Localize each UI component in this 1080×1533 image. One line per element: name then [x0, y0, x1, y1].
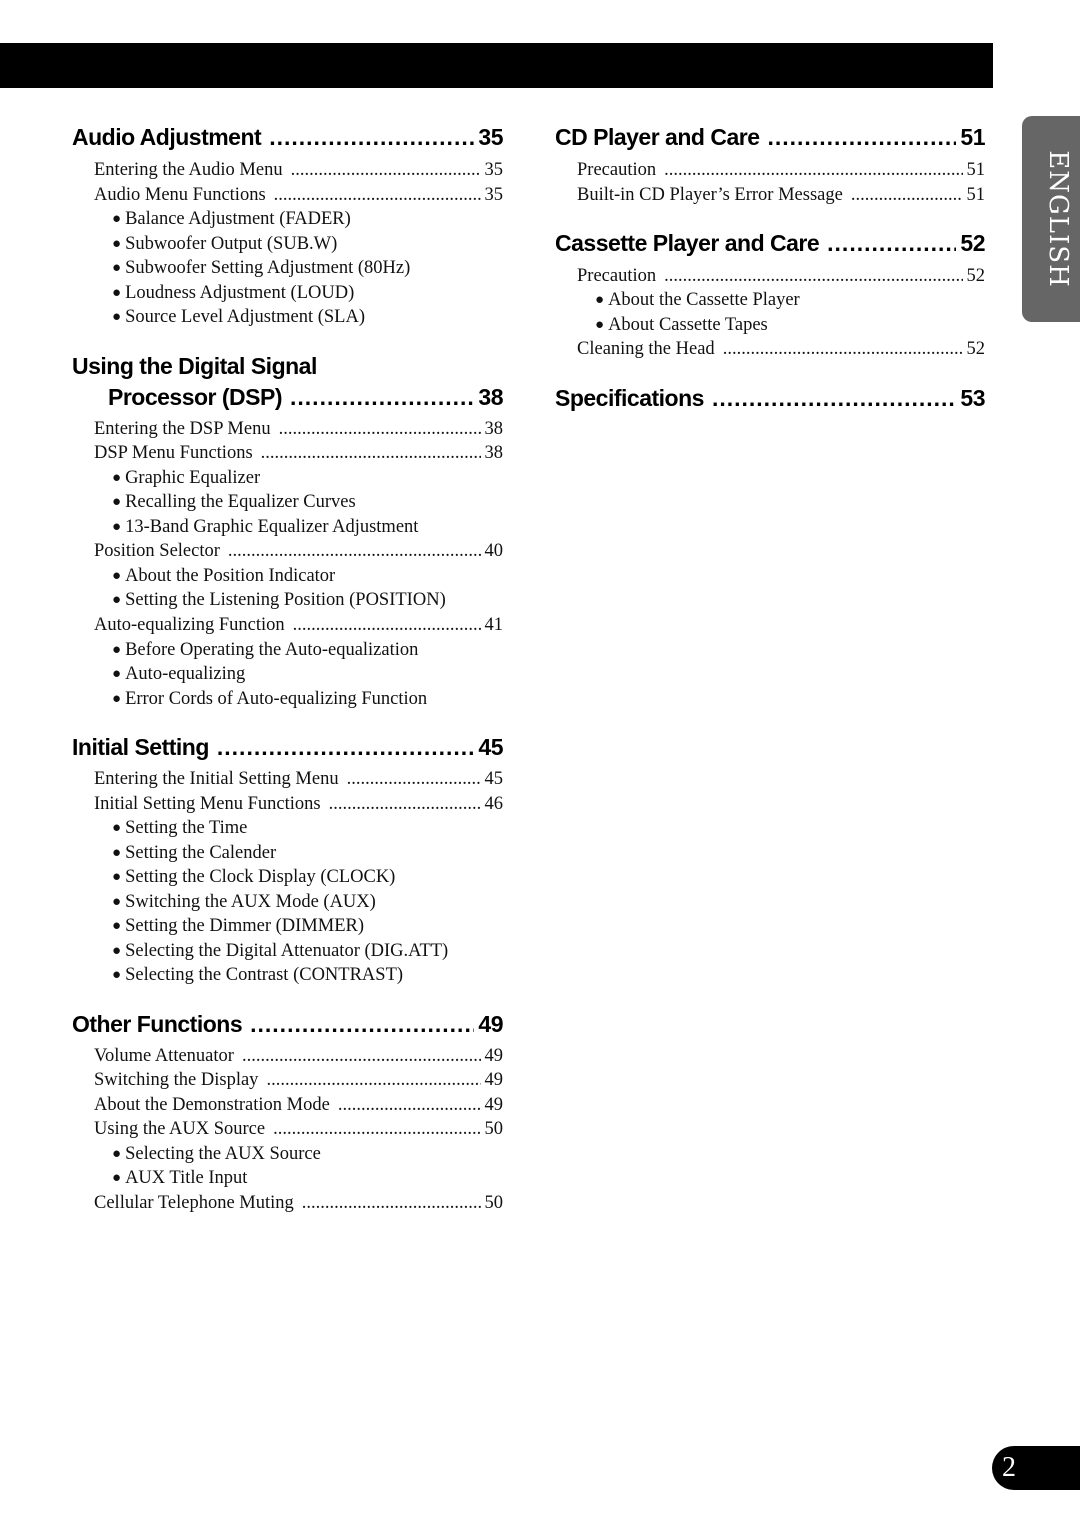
- toc-bullet[interactable]: Subwoofer Output (SUB.W): [72, 234, 503, 255]
- toc-bullet[interactable]: About Cassette Tapes: [555, 315, 985, 336]
- toc-bullet[interactable]: Setting the Listening Position (POSITION…: [72, 590, 503, 611]
- toc-heading-specifications[interactable]: Specifications53: [555, 385, 985, 412]
- toc-entry[interactable]: Entering the DSP Menu38: [72, 419, 503, 440]
- toc-bullet[interactable]: Setting the Time: [72, 818, 503, 839]
- toc-bullet[interactable]: About the Cassette Player: [555, 290, 985, 311]
- leader-dots: [767, 124, 956, 151]
- toc-heading-other[interactable]: Other Functions49: [72, 1011, 503, 1038]
- page-ref: 52: [960, 230, 985, 256]
- toc-bullet[interactable]: Subwoofer Setting Adjustment (80Hz): [72, 258, 503, 279]
- leader-dots: [290, 384, 474, 411]
- page-number: 2: [1002, 1452, 1016, 1483]
- toc-bullet[interactable]: About the Position Indicator: [72, 566, 503, 587]
- toc-entry[interactable]: Switching the Display49: [72, 1070, 503, 1091]
- toc-bullet[interactable]: Switching the AUX Mode (AUX): [72, 892, 503, 913]
- toc-bullet[interactable]: Source Level Adjustment (SLA): [72, 307, 503, 328]
- toc-heading-cassette[interactable]: Cassette Player and Care52: [555, 230, 985, 257]
- toc-bullet[interactable]: Balance Adjustment (FADER): [72, 209, 503, 230]
- toc-bullet[interactable]: Selecting the Digital Attenuator (DIG.AT…: [72, 941, 503, 962]
- toc-entry[interactable]: Cellular Telephone Muting50: [72, 1193, 503, 1214]
- toc-bullet[interactable]: Recalling the Equalizer Curves: [72, 492, 503, 513]
- language-tab[interactable]: ENGLISH: [1022, 116, 1080, 322]
- toc-bullet[interactable]: Graphic Equalizer: [72, 468, 503, 489]
- toc-entry[interactable]: Auto-equalizing Function41: [72, 615, 503, 636]
- leader-dots: [250, 1011, 474, 1038]
- page-ref: 35: [478, 124, 503, 150]
- toc-entry[interactable]: Cleaning the Head52: [555, 339, 985, 360]
- language-tab-label: ENGLISH: [1043, 150, 1073, 288]
- page-ref: 38: [478, 384, 503, 410]
- toc-entry[interactable]: Precaution51: [555, 160, 985, 181]
- toc-entry[interactable]: Initial Setting Menu Functions46: [72, 794, 503, 815]
- toc-bullet[interactable]: Before Operating the Auto-equalization: [72, 640, 503, 661]
- toc-heading-dsp-line1[interactable]: Using the Digital Signal: [72, 353, 503, 380]
- toc-heading-dsp[interactable]: Processor (DSP)38: [72, 384, 503, 411]
- toc-bullet[interactable]: AUX Title Input: [72, 1168, 503, 1189]
- toc-bullet[interactable]: 13-Band Graphic Equalizer Adjustment: [72, 517, 503, 538]
- toc-entry[interactable]: Position Selector40: [72, 541, 503, 562]
- toc-entry[interactable]: Audio Menu Functions35: [72, 185, 503, 206]
- toc-bullet[interactable]: Error Cords of Auto-equalizing Function: [72, 689, 503, 710]
- toc-heading-cd[interactable]: CD Player and Care51: [555, 124, 985, 151]
- header-bar: [0, 43, 993, 88]
- toc-heading-initial[interactable]: Initial Setting45: [72, 734, 503, 761]
- leader-dots: [827, 230, 956, 257]
- toc-bullet[interactable]: Loudness Adjustment (LOUD): [72, 283, 503, 304]
- toc-bullet[interactable]: Auto-equalizing: [72, 664, 503, 685]
- page-ref: 51: [960, 124, 985, 150]
- toc-heading-audio[interactable]: Audio Adjustment35: [72, 124, 503, 151]
- page-number-badge: 2: [992, 1446, 1080, 1490]
- toc-entry[interactable]: DSP Menu Functions38: [72, 443, 503, 464]
- toc-entry[interactable]: Entering the Audio Menu35: [72, 160, 503, 181]
- toc-bullet[interactable]: Setting the Dimmer (DIMMER): [72, 916, 503, 937]
- leader-dots: [217, 734, 475, 761]
- page-ref: 53: [960, 385, 985, 411]
- toc-entry[interactable]: Using the AUX Source50: [72, 1119, 503, 1140]
- toc-entry[interactable]: Entering the Initial Setting Menu45: [72, 769, 503, 790]
- toc-bullet[interactable]: Selecting the Contrast (CONTRAST): [72, 965, 503, 986]
- toc-entry[interactable]: About the Demonstration Mode49: [72, 1095, 503, 1116]
- toc-entry[interactable]: Volume Attenuator49: [72, 1046, 503, 1067]
- toc-entry[interactable]: Precaution52: [555, 266, 985, 287]
- toc-bullet[interactable]: Selecting the AUX Source: [72, 1144, 503, 1165]
- page-ref: 45: [478, 734, 503, 760]
- leader-dots: [712, 385, 956, 412]
- toc-bullet[interactable]: Setting the Clock Display (CLOCK): [72, 867, 503, 888]
- leader-dots: [269, 124, 474, 151]
- page-ref: 49: [478, 1011, 503, 1037]
- toc-bullet[interactable]: Setting the Calender: [72, 843, 503, 864]
- toc-entry[interactable]: Built-in CD Player’s Error Message51: [555, 185, 985, 206]
